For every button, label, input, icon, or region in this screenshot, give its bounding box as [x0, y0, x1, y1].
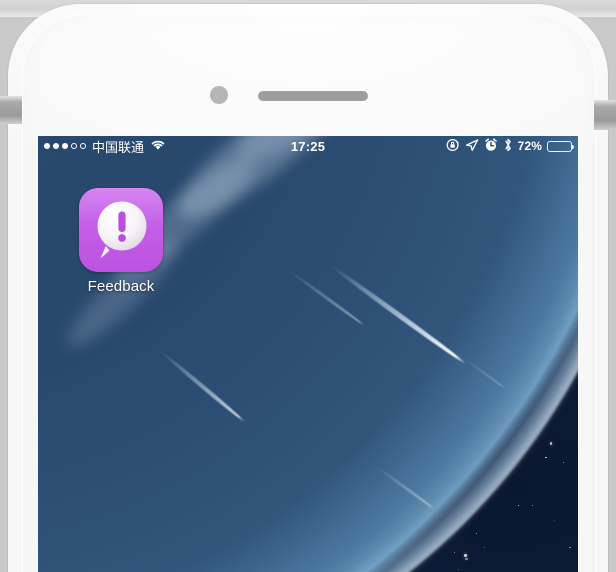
wallpaper-star	[453, 552, 455, 554]
bluetooth-icon	[503, 138, 513, 155]
front-camera	[210, 86, 228, 104]
exclamation-speech-bubble-icon	[79, 188, 163, 272]
feedback-app-icon[interactable]	[79, 188, 163, 272]
signal-dot	[80, 143, 86, 149]
location-arrow-icon	[465, 138, 479, 155]
status-bar-left-group: 中国联通	[44, 137, 308, 156]
earpiece-speaker	[258, 91, 368, 101]
rotation-lock-icon	[446, 138, 460, 155]
phone-body: 中国联通 17:25 72% Feedback	[0, 4, 616, 572]
status-bar-right-group: 72%	[308, 137, 574, 155]
wifi-icon	[150, 139, 166, 154]
battery-percentage-label: 72%	[517, 139, 542, 153]
volume-button[interactable]	[0, 96, 22, 124]
app-icon-feedback[interactable]: Feedback	[78, 188, 164, 295]
signal-dot	[62, 143, 68, 149]
signal-dot	[53, 143, 59, 149]
battery-icon	[547, 140, 574, 152]
signal-dot	[44, 143, 50, 149]
wallpaper-star	[549, 442, 553, 445]
cellular-signal-dots	[44, 143, 86, 149]
power-button[interactable]	[594, 100, 616, 130]
screenshot-stage: 中国联通 17:25 72% Feedback	[0, 0, 616, 572]
carrier-name: 中国联通	[92, 140, 145, 156]
wallpaper-star	[517, 504, 519, 506]
wallpaper-star	[464, 554, 467, 557]
phone-screen[interactable]: 中国联通 17:25 72% Feedback	[38, 136, 578, 572]
status-bar: 中国联通 17:25 72%	[38, 136, 578, 156]
wallpaper-star	[475, 532, 477, 534]
wallpaper-star	[458, 568, 460, 570]
wallpaper-star	[483, 547, 485, 549]
alarm-clock-icon	[484, 137, 498, 155]
signal-dot	[71, 143, 77, 149]
app-label: Feedback	[87, 278, 155, 295]
wallpaper-star	[465, 557, 468, 561]
